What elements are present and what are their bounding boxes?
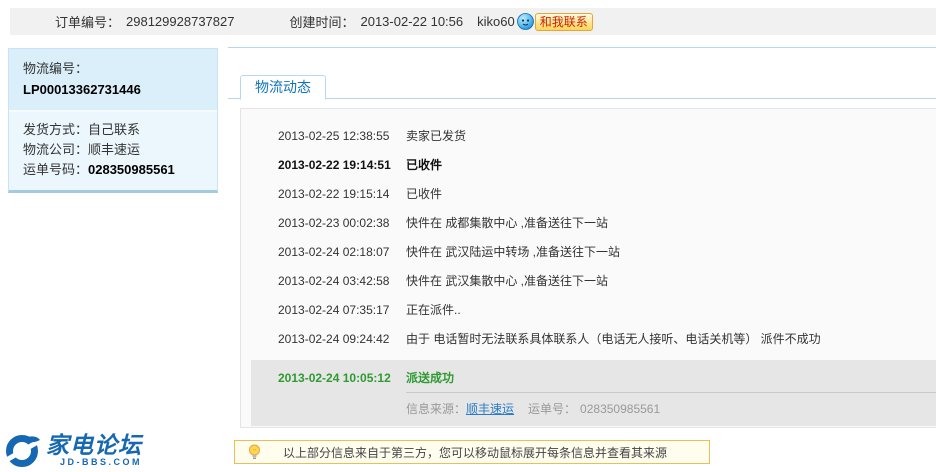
waybill-label: 运单号： [528,402,577,416]
lightbulb-icon [249,444,260,459]
order-number-label: 订单编号： [55,15,121,30]
waybill-number-label: 运单号码： [23,162,89,177]
main-top-divider [228,47,936,48]
shipping-method-value: 自己联系 [88,122,141,137]
created-time-value: 2013-02-22 10:56 [360,14,464,29]
tracking-event-row[interactable]: 2013-02-25 12:38:55 卖家已发货 [241,122,936,151]
jd-bbs-logo-text-wrap: 家电论坛 JD-BBS.COM [46,433,142,467]
event-description: 正在派件.. [406,303,461,317]
created-time-label: 创建时间： [289,15,355,30]
event-description: 快件在 武汉集散中心 ,准备送往下一站 [406,274,609,288]
waybill-number-row: 运单号码：028350985561 [23,160,203,180]
shipping-info-section: 发货方式：自己联系 物流公司：顺丰速运 运单号码：028350985561 [9,110,217,190]
event-description: 快件在 成都集散中心 ,准备送往下一站 [406,216,609,230]
jd-bbs-logo[interactable]: 家电论坛 JD-BBS.COM [4,433,142,470]
logistics-number-section: 物流编号： LP00013362731446 [9,49,217,110]
order-header-bar: 订单编号： 298129928737827 创建时间： 2013-02-22 1… [10,8,936,35]
waybill-number-value: 028350985561 [88,162,175,177]
tracking-event-row[interactable]: 2013-02-24 09:24:42 由于 电话暂时无法联系具体联系人（电话无… [241,325,936,354]
logistics-number-label: 物流编号： [23,61,89,76]
courier-company-link[interactable]: 顺丰速运 [466,402,514,416]
event-time: 2013-02-22 19:14:51 [278,158,391,172]
logistics-sidebar: 物流编号： LP00013362731446 发货方式：自己联系 物流公司：顺丰… [8,48,218,193]
jd-bbs-logo-icon [4,435,42,467]
event-time: 2013-02-22 19:15:14 [278,187,390,201]
tab-bottom-divider [228,98,936,99]
logistics-number-value: LP00013362731446 [23,82,141,97]
final-delivery-row: 2013-02-24 10:05:12 派送成功 [251,365,936,392]
tracking-event-row[interactable]: 2013-02-22 19:15:14 已收件 [241,180,936,209]
shipping-method-label: 发货方式： [23,122,89,137]
jd-bbs-logo-text: 家电论坛 [46,432,142,458]
third-party-tip: 以上部分信息来自于第三方，您可以移动鼠标展开每条信息并查看其来源 [234,440,710,464]
logistics-company-row: 物流公司：顺丰速运 [23,140,203,160]
event-time: 2013-02-25 12:38:55 [278,129,390,143]
event-time: 2013-02-24 07:35:17 [278,303,390,317]
info-source-label: 信息来源： [406,402,467,416]
contact-me-badge[interactable]: 和我联系 [534,12,593,31]
logistics-company-label: 物流公司： [23,142,89,157]
event-time: 2013-02-24 03:42:58 [278,274,390,288]
event-time: 2013-02-23 00:02:38 [278,216,390,230]
seller-name: kiko60 [477,14,515,29]
tracking-event-row[interactable]: 2013-02-24 02:18:07 快件在 武汉陆运中转场 ,准备送往下一站 [241,238,936,267]
event-description: 快件在 武汉陆运中转场 ,准备送往下一站 [406,245,621,259]
event-time: 2013-02-24 02:18:07 [278,245,390,259]
shipping-method-row: 发货方式：自己联系 [23,120,203,140]
tab-logistics-updates[interactable]: 物流动态 [240,75,326,100]
tracking-event-row[interactable]: 2013-02-24 03:42:58 快件在 武汉集散中心 ,准备送往下一站 [241,267,936,296]
tip-text: 以上部分信息来自于第三方，您可以移动鼠标展开每条信息并查看其来源 [283,445,668,460]
waybill-value: 028350985561 [580,402,661,416]
logistics-company-value: 顺丰速运 [88,142,141,157]
event-description: 卖家已发货 [406,129,467,143]
final-delivery-highlight[interactable]: 2013-02-24 10:05:12 派送成功 信息来源：顺丰速运 运单号： 02… [251,360,936,426]
tracking-list: 2013-02-25 12:38:55 卖家已发货 2013-02-22 19:… [240,108,936,428]
event-description: 由于 电话暂时无法联系具体联系人（电话无人接听、电话关机等） 派件不成功 [406,332,821,346]
tracking-event-row[interactable]: 2013-02-22 19:14:51 已收件 [241,151,936,180]
wangwang-messenger-icon[interactable] [516,13,534,30]
tracking-event-row[interactable]: 2013-02-23 00:02:38 快件在 成都集散中心 ,准备送往下一站 [241,209,936,238]
order-number-value: 298129928737827 [126,14,235,29]
event-description: 已收件 [406,158,443,172]
tracking-event-row[interactable]: 2013-02-24 07:35:17 正在派件.. [241,296,936,325]
event-description: 派送成功 [406,371,455,385]
info-source-row: 信息来源：顺丰速运 运单号： 028350985561 [406,392,936,426]
event-time: 2013-02-24 10:05:12 [278,371,391,385]
event-time: 2013-02-24 09:24:42 [278,332,390,346]
event-description: 已收件 [406,187,443,201]
jd-bbs-logo-subtext: JD-BBS.COM [60,457,143,467]
